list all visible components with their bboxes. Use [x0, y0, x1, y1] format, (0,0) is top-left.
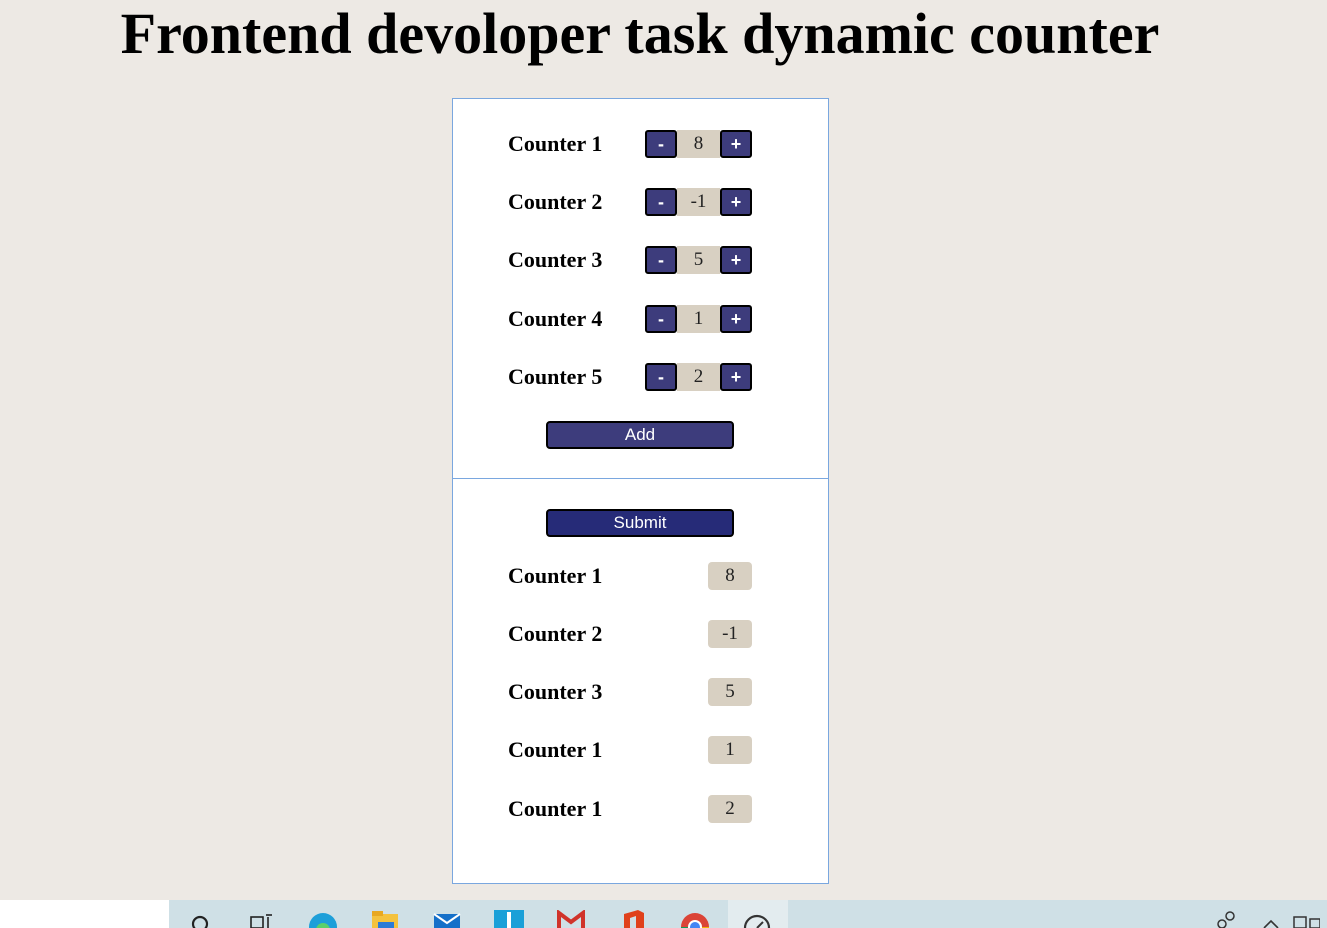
result-row: Counter 1 8	[508, 561, 753, 591]
results-panel: Submit Counter 1 8 Counter 2 -1 Counter …	[452, 478, 829, 884]
increment-button[interactable]: +	[720, 188, 752, 216]
increment-button[interactable]: +	[720, 246, 752, 274]
counter-label: Counter 1	[508, 131, 603, 156]
counter-stepper: - 5 +	[645, 246, 752, 274]
decrement-button[interactable]: -	[645, 305, 677, 333]
task-view-icon[interactable]	[246, 910, 276, 928]
gmail-icon[interactable]	[556, 910, 586, 928]
edge-icon[interactable]	[308, 910, 338, 928]
counter-label: Counter 5	[508, 364, 603, 389]
increment-button[interactable]: +	[720, 305, 752, 333]
taskbar-search-box[interactable]	[0, 900, 169, 928]
taskbar	[0, 900, 1327, 928]
tray-icon[interactable]	[1290, 910, 1320, 928]
chrome-icon[interactable]	[680, 910, 710, 928]
result-row: Counter 2 -1	[508, 619, 753, 649]
counter-value: 8	[677, 130, 720, 158]
counter-label: Counter 4	[508, 306, 603, 331]
page: Frontend devoloper task dynamic counter …	[0, 0, 1327, 928]
search-icon[interactable]	[186, 910, 216, 928]
counter-row: Counter 4 - 1 +	[508, 304, 753, 334]
counter-label: Counter 3	[508, 247, 603, 272]
counter-panel: Counter 1 - 8 + Counter 2 - -1 + Counter…	[452, 98, 829, 478]
result-label: Counter 1	[508, 563, 603, 588]
counter-row: Counter 5 - 2 +	[508, 362, 753, 392]
counter-stepper: - 1 +	[645, 305, 752, 333]
result-label: Counter 1	[508, 737, 603, 762]
result-label: Counter 2	[508, 621, 603, 646]
result-value: 8	[708, 562, 752, 590]
app-icon[interactable]	[494, 910, 524, 928]
chevron-up-icon[interactable]	[1256, 910, 1286, 928]
result-value: 1	[708, 736, 752, 764]
result-row: Counter 3 5	[508, 677, 753, 707]
file-explorer-icon[interactable]	[370, 910, 400, 928]
submit-button[interactable]: Submit	[546, 509, 734, 537]
counter-value: 2	[677, 363, 720, 391]
counter-value: 5	[677, 246, 720, 274]
counter-value: -1	[677, 188, 720, 216]
counter-stepper: - 2 +	[645, 363, 752, 391]
increment-button[interactable]: +	[720, 130, 752, 158]
counter-row: Counter 3 - 5 +	[508, 245, 753, 275]
mail-icon[interactable]	[432, 910, 462, 928]
counter-row: Counter 1 - 8 +	[508, 129, 753, 159]
result-value: 2	[708, 795, 752, 823]
decrement-button[interactable]: -	[645, 363, 677, 391]
app-active-icon[interactable]	[742, 910, 772, 928]
counter-row: Counter 2 - -1 +	[508, 187, 753, 217]
result-row: Counter 1 1	[508, 735, 753, 765]
result-label: Counter 1	[508, 796, 603, 821]
counter-label: Counter 2	[508, 189, 603, 214]
result-value: 5	[708, 678, 752, 706]
increment-button[interactable]: +	[720, 363, 752, 391]
decrement-button[interactable]: -	[645, 188, 677, 216]
result-label: Counter 3	[508, 679, 603, 704]
add-button[interactable]: Add	[546, 421, 734, 449]
counter-stepper: - -1 +	[645, 188, 752, 216]
page-title: Frontend devoloper task dynamic counter	[120, 1, 1160, 66]
people-icon[interactable]	[1212, 910, 1242, 928]
counter-value: 1	[677, 305, 720, 333]
decrement-button[interactable]: -	[645, 130, 677, 158]
counter-stepper: - 8 +	[645, 130, 752, 158]
result-value: -1	[708, 620, 752, 648]
decrement-button[interactable]: -	[645, 246, 677, 274]
result-row: Counter 1 2	[508, 794, 753, 824]
office-icon[interactable]	[618, 910, 648, 928]
